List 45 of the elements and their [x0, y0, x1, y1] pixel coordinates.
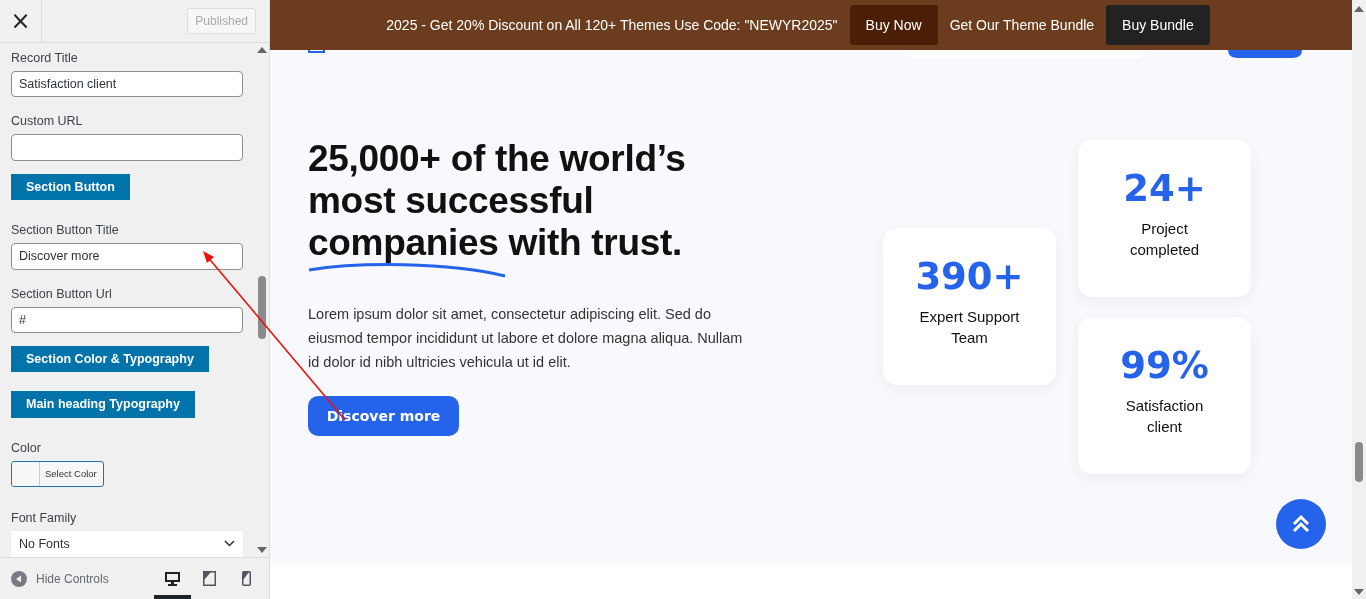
stat-label: Project completed [1128, 218, 1201, 260]
stat-value: 390+ [915, 255, 1024, 298]
header-button[interactable] [1228, 50, 1302, 58]
scrollbar-thumb[interactable] [1355, 442, 1363, 482]
font-select[interactable]: No Fonts [11, 531, 243, 557]
hide-controls-button[interactable]: Hide Controls [11, 570, 109, 587]
scroll-up-icon[interactable] [1354, 6, 1364, 12]
stat-label: Satisfaction client [1124, 395, 1205, 437]
field-label: Custom URL [11, 114, 84, 129]
text-field[interactable]: Discover more [11, 243, 243, 270]
scroll-up-icon[interactable] [257, 47, 267, 53]
field-label: Section Button Url [11, 286, 113, 301]
scroll-down-icon[interactable] [1354, 589, 1364, 595]
stat-label: Expert Support Team [918, 307, 1021, 348]
text-field[interactable]: # [11, 306, 243, 333]
section-button[interactable]: Main heading Typography [11, 391, 195, 418]
text-field[interactable] [11, 134, 243, 161]
scrollbar[interactable] [1352, 0, 1366, 599]
stat-value: 99% [1120, 343, 1209, 387]
chevron-down-icon [224, 540, 235, 548]
back-icon [11, 570, 27, 587]
text-field[interactable]: Satisfaction client [11, 71, 243, 98]
field-label: Record Title [11, 51, 79, 65]
desktop-icon [165, 571, 180, 586]
section-button[interactable]: Section Button [11, 173, 130, 201]
tablet-icon [203, 571, 216, 586]
chevrons-up-icon [1291, 514, 1311, 534]
field-label: Color [11, 440, 42, 455]
mobile-icon [242, 571, 251, 586]
hero-paragraph: Lorem ipsum dolor sit amet, consectetur adipiscing elit. Sed do eiusmod tempor incididunt ut labore et dolore magna aliqua. Nullam id dolor id nibh ultricies vehicula ut id elit. [308, 305, 744, 372]
buy-bundle-button[interactable]: Buy Bundle [1106, 5, 1210, 45]
section-button[interactable]: Section Color & Typography [11, 345, 209, 373]
hero-heading: 25,000+ of the world’s most successful companies with trust. [308, 138, 686, 264]
field-label: Font Family [11, 511, 78, 525]
select-color-button[interactable]: Select Color [11, 460, 104, 487]
scroll-to-top-button[interactable] [1276, 499, 1326, 549]
stat-value: 24+ [1123, 166, 1206, 210]
scroll-down-icon[interactable] [257, 547, 267, 553]
field-label: Section Button Title [11, 223, 120, 238]
scrollbar-thumb[interactable] [258, 276, 266, 339]
bundle-text: Get Our Theme Bundle [949, 17, 1095, 33]
buy-now-button[interactable]: Buy Now [849, 5, 938, 45]
promo-text: 2025 - Get 20% Discount on All 120+ Themes Use Code: "NEWYR2025" [386, 17, 838, 33]
close-button[interactable]: × [0, 0, 42, 42]
header-icon[interactable] [308, 50, 325, 53]
